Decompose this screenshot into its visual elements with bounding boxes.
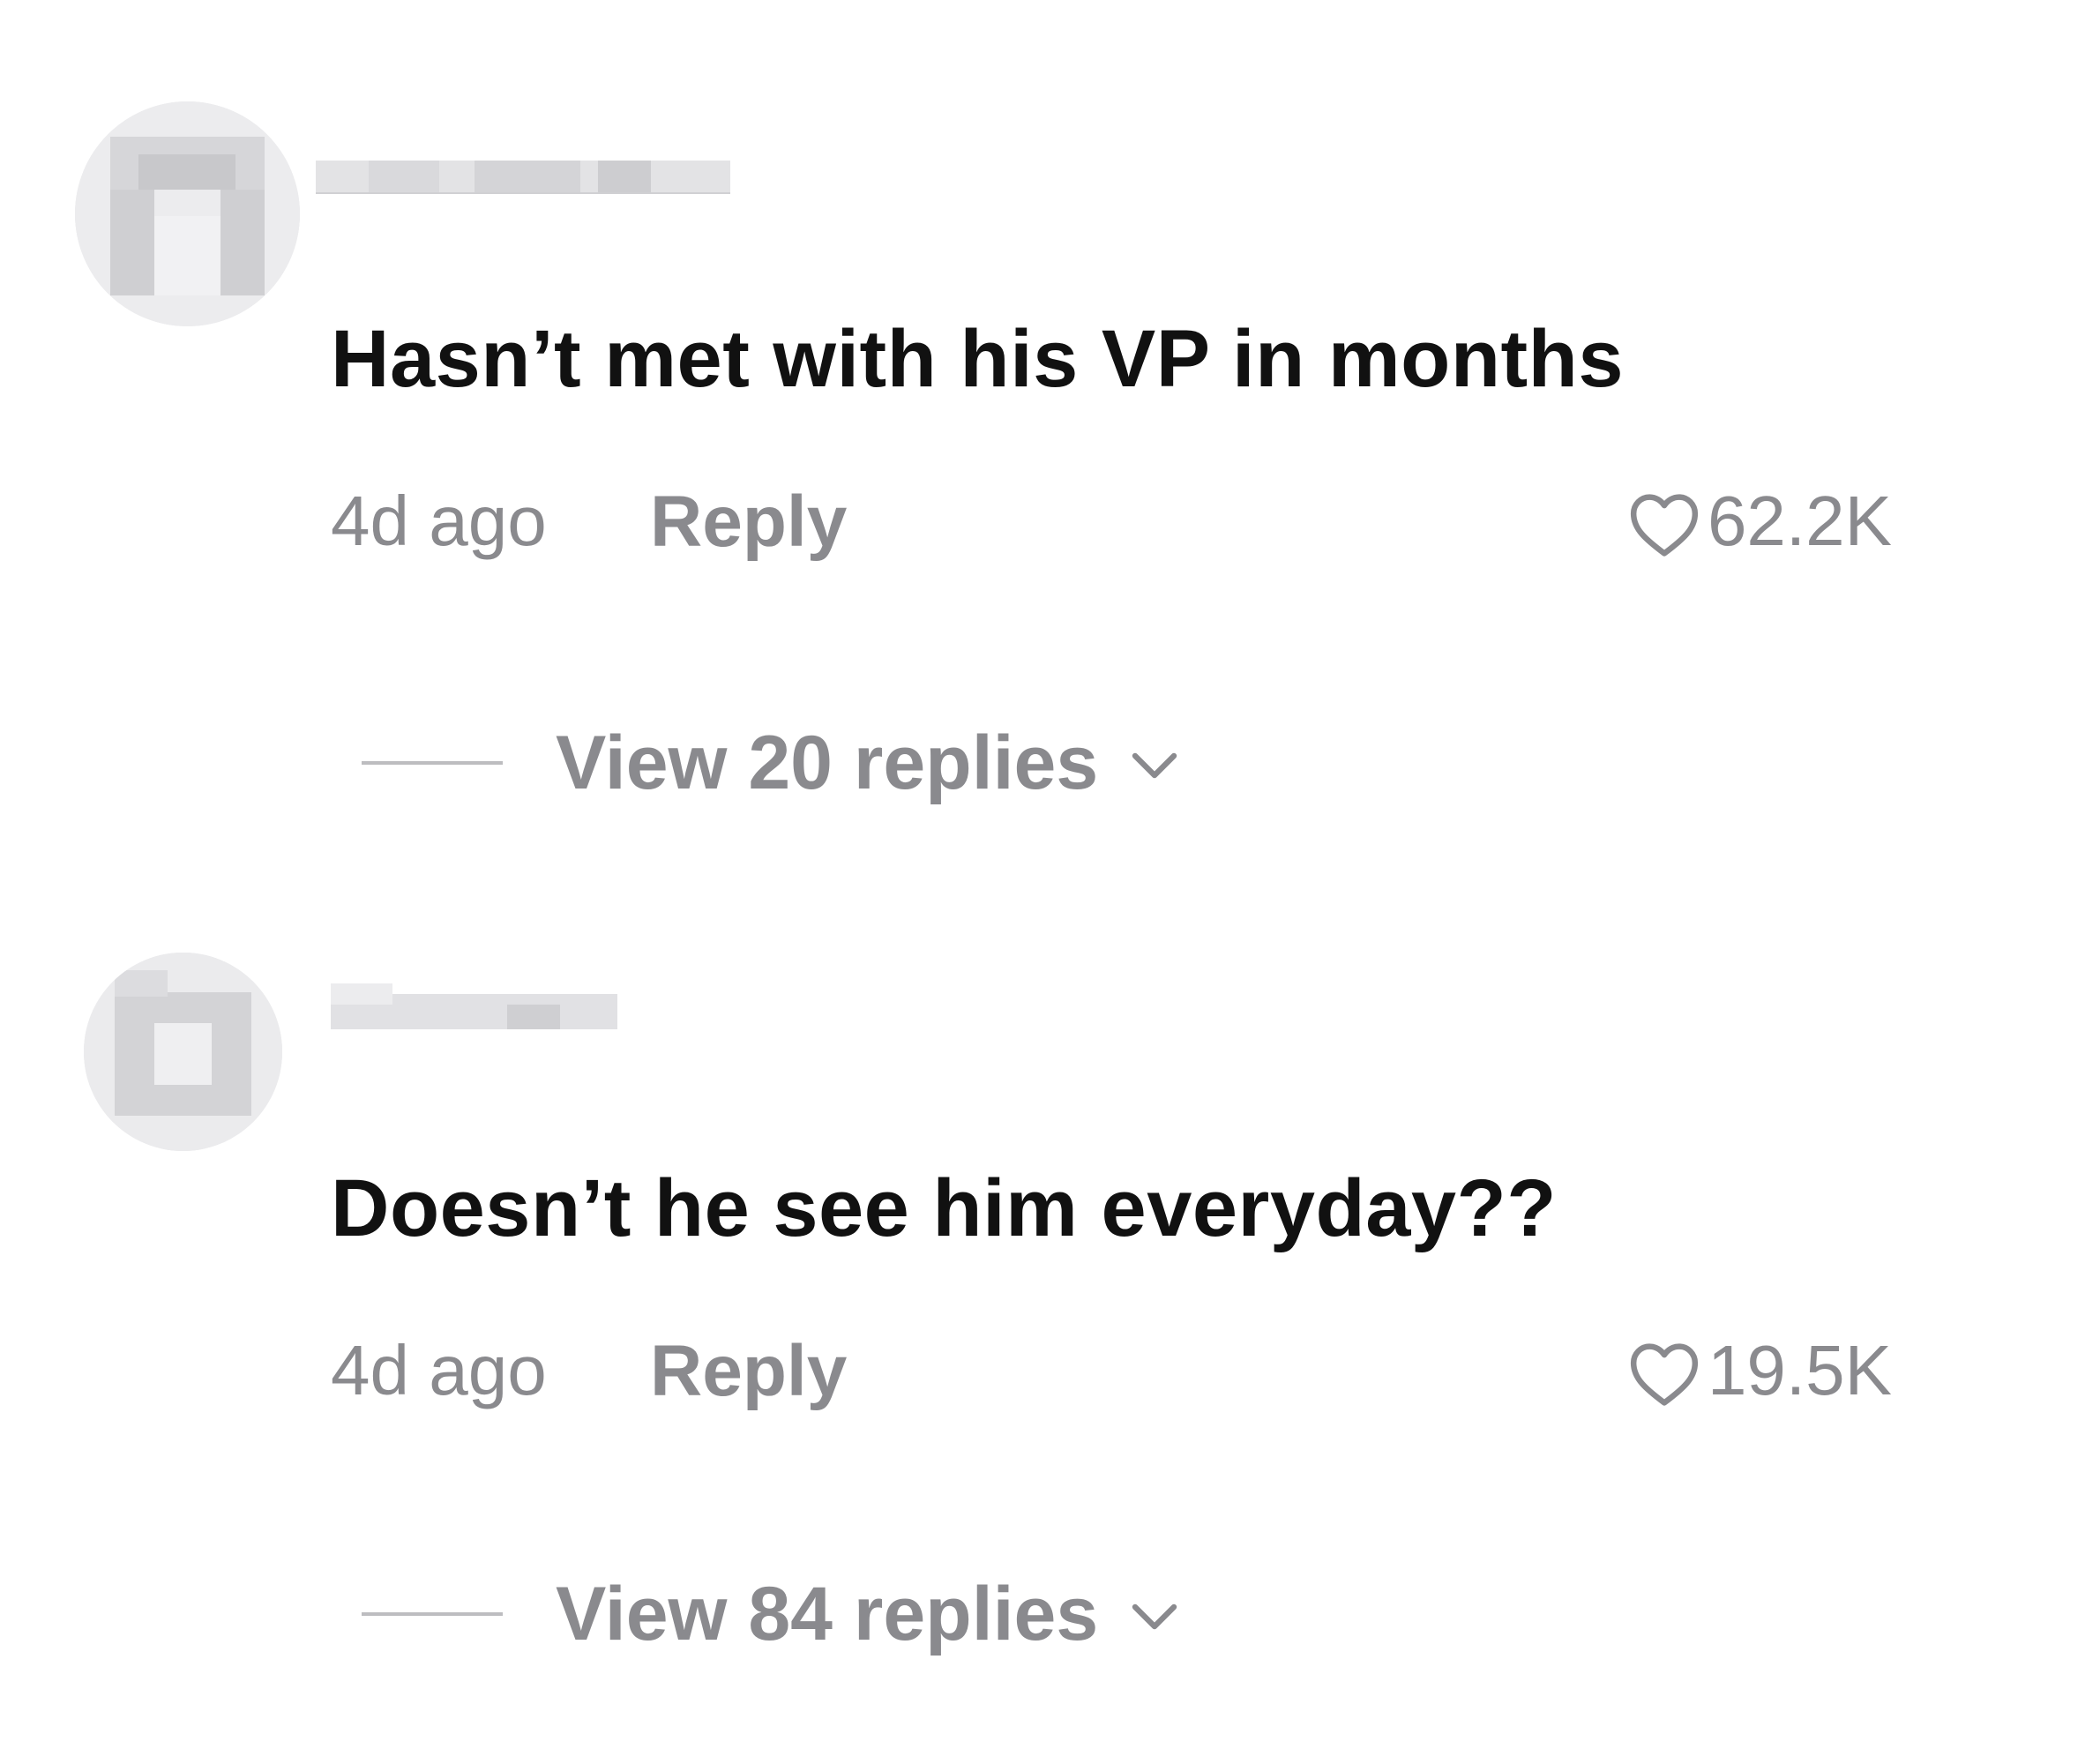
comment-time: 4d ago (331, 482, 547, 560)
comment-time: 4d ago (331, 1331, 547, 1409)
avatar[interactable] (75, 101, 300, 326)
view-replies-button[interactable]: View 20 replies (362, 719, 1179, 807)
reply-button[interactable]: Reply (650, 1330, 847, 1413)
comment-item: Hasn’t met with his VP in months 4d ago … (0, 0, 2085, 882)
reply-button[interactable]: Reply (650, 481, 847, 564)
comment-meta: 4d ago Reply 19.5K (331, 1330, 1892, 1418)
view-replies-label: View 20 replies (556, 720, 1099, 805)
chevron-down-icon (1132, 1603, 1177, 1630)
like-button[interactable]: 62.2K (1628, 481, 1892, 569)
comment-text: Hasn’t met with his VP in months (331, 314, 1625, 404)
username-blurred[interactable] (331, 983, 617, 1050)
like-count: 19.5K (1707, 1331, 1892, 1409)
avatar[interactable] (84, 953, 282, 1151)
heart-outline-icon (1630, 494, 1699, 557)
divider-line (362, 761, 503, 765)
comment-meta: 4d ago Reply 62.2K (331, 481, 1892, 569)
heart-outline-icon (1630, 1343, 1699, 1406)
like-button[interactable]: 19.5K (1628, 1330, 1892, 1418)
comment-text: Doesn’t he see him everyday?? (331, 1163, 1557, 1253)
view-replies-label: View 84 replies (556, 1571, 1099, 1656)
username-blurred[interactable] (316, 150, 730, 216)
comment-item: Doesn’t he see him everyday?? 4d ago Rep… (0, 882, 2085, 1764)
like-count: 62.2K (1707, 482, 1892, 560)
chevron-down-icon (1132, 752, 1177, 779)
divider-line (362, 1612, 503, 1616)
view-replies-button[interactable]: View 84 replies (362, 1570, 1179, 1658)
